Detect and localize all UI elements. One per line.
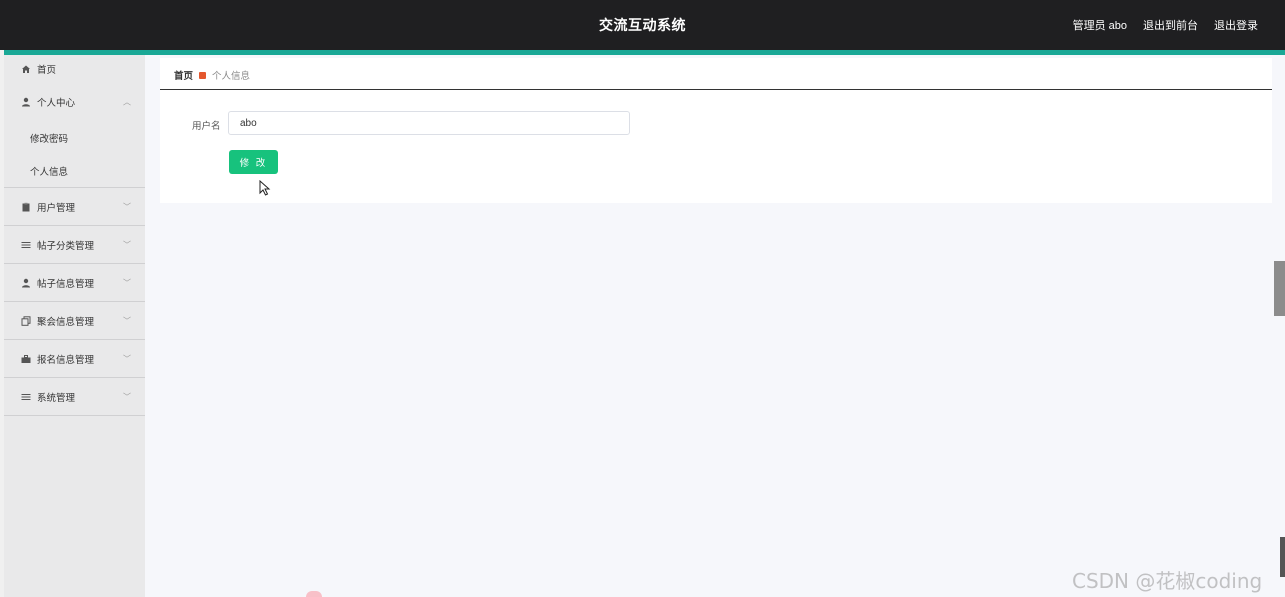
sidebar-item-label: 首页 [37,65,57,76]
sidebar-item-party-info-management[interactable]: 聚会信息管理 ﹀ [4,302,145,340]
sidebar-item-personal-center[interactable]: 个人中心 ︿ [4,83,145,121]
sidebar-item-home[interactable]: 首页 [4,55,145,83]
top-bar: 交流互动系统 管理员 abo 退出到前台 退出登录 [0,0,1285,50]
user-icon [20,277,31,288]
floating-badge-icon [306,591,322,597]
sidebar-item-label: 系统管理 [37,392,76,404]
chevron-down-icon: ﹀ [123,316,131,325]
sidebar-item-label: 用户管理 [37,202,76,214]
sidebar-subitem-change-password[interactable]: 修改密码 [4,121,145,154]
exit-to-front-link[interactable]: 退出到前台 [1143,17,1198,33]
breadcrumb-current: 个人信息 [212,71,251,82]
sidebar-item-user-management[interactable]: 用户管理 ﹀ [4,188,145,226]
list-icon [20,239,31,250]
chevron-down-icon: ﹀ [123,278,131,287]
chevron-down-icon: ﹀ [123,202,131,211]
chevron-down-icon: ﹀ [123,392,131,401]
home-icon [20,64,31,75]
user-icon [20,97,31,108]
breadcrumb-separator-icon [199,71,207,79]
chevron-down-icon: ﹀ [123,354,131,363]
list-icon [20,391,31,402]
clipboard-icon [20,201,31,212]
header-accent-bar [4,50,1285,55]
sidebar-item-label: 帖子分类管理 [37,240,95,252]
sidebar-item-label: 报名信息管理 [37,354,95,366]
briefcase-icon [20,353,31,364]
sidebar-item-registration-info-management[interactable]: 报名信息管理 ﹀ [4,340,145,378]
sidebar-item-label: 个人中心 [37,98,76,109]
bottom-edge-strip [1280,537,1285,577]
sidebar-subitem-personal-info[interactable]: 个人信息 [4,154,145,187]
page-scrollbar-thumb[interactable] [1274,261,1285,316]
admin-user-label: 管理员 abo [1072,20,1127,32]
watermark: CSDN @花椒coding [1072,569,1263,593]
logout-link[interactable]: 退出登录 [1214,17,1258,33]
sidebar-item-post-info-management[interactable]: 帖子信息管理 ﹀ [4,264,145,302]
copy-icon [20,315,31,326]
sidebar-item-label: 聚会信息管理 [37,316,95,328]
chevron-down-icon: ﹀ [123,240,131,249]
sidebar-item-system-management[interactable]: 系统管理 ﹀ [4,378,145,416]
chevron-up-icon: ︿ [123,97,131,107]
sidebar: 首页 个人中心 ︿ 修改密码 个人信息 用户管理 ﹀ 帖子分类管理 ﹀ 帖子信息… [4,55,145,597]
sidebar-item-label: 帖子信息管理 [37,278,95,290]
sidebar-group-personal: 个人中心 ︿ 修改密码 个人信息 [4,83,145,188]
username-label: 用户名 [192,121,221,132]
content-panel: 首页 个人信息 用户名 修 改 [160,58,1272,203]
breadcrumb: 首页 个人信息 [174,68,250,82]
modify-button[interactable]: 修 改 [229,150,278,174]
breadcrumb-divider [160,89,1272,90]
breadcrumb-home[interactable]: 首页 [174,68,193,82]
top-right-actions: 管理员 abo 退出到前台 退出登录 [1073,17,1258,33]
sidebar-item-post-category-management[interactable]: 帖子分类管理 ﹀ [4,226,145,264]
username-input[interactable] [228,111,630,135]
